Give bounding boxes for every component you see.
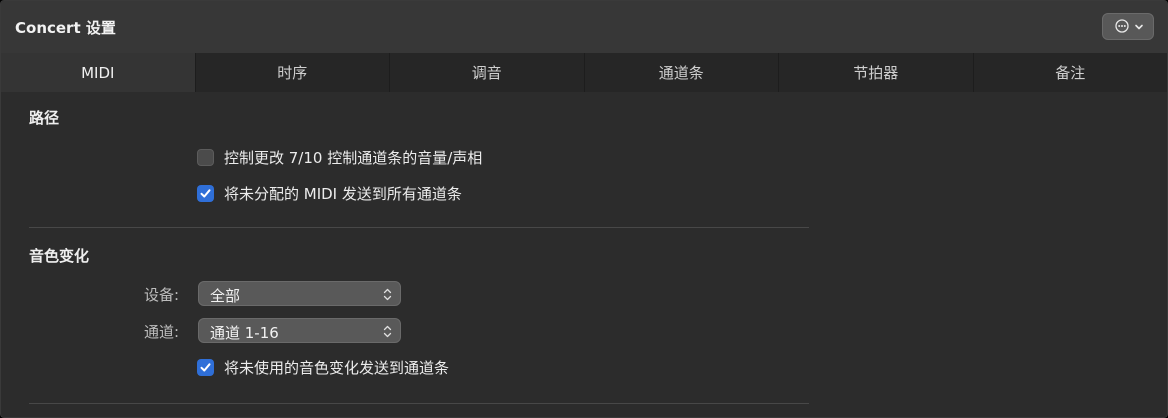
tab-bar: MIDI 时序 调音 通道条 节拍器 备注	[1, 53, 1167, 92]
send-unassigned-midi-option[interactable]: 将未分配的 MIDI 发送到所有通道条	[197, 183, 462, 203]
cc7-10-checkbox[interactable]	[197, 148, 214, 166]
up-down-chevron-icon	[383, 288, 392, 301]
device-select-value: 全部	[210, 287, 241, 305]
send-unassigned-midi-checkbox[interactable]	[197, 184, 214, 202]
tab-notes[interactable]: 备注	[972, 53, 1168, 92]
checkmark-icon	[200, 188, 211, 197]
action-menu-button[interactable]	[1102, 13, 1154, 40]
concert-settings-window: Concert 设置 MIDI 时序 调音 通道条 节拍器 备注 路径 控制更改…	[0, 0, 1168, 418]
send-unused-program-change-checkbox[interactable]	[197, 358, 214, 376]
send-unused-program-change-label: 将未使用的音色变化发送到通道条	[224, 358, 450, 377]
tab-metronome[interactable]: 节拍器	[778, 53, 973, 92]
channel-select-value: 通道 1-16	[210, 324, 279, 342]
ellipsis-circle-icon	[1115, 19, 1129, 33]
section-divider	[29, 227, 809, 228]
routing-section-title: 路径	[29, 109, 60, 127]
cc7-10-label: 控制更改 7/10 控制通道条的音量/声相	[224, 148, 483, 167]
channel-select[interactable]: 通道 1-16	[198, 318, 401, 343]
device-label: 设备:	[143, 286, 179, 304]
channel-label: 通道:	[143, 323, 179, 341]
checkmark-icon	[200, 362, 211, 371]
tab-tuning[interactable]: 调音	[389, 53, 584, 92]
section-divider	[29, 403, 809, 404]
tab-channel-strips[interactable]: 通道条	[583, 53, 779, 92]
midi-settings-panel: 路径 控制更改 7/10 控制通道条的音量/声相 将未分配的 MIDI 发送到所…	[1, 92, 1167, 417]
chevron-down-icon	[1135, 24, 1143, 30]
send-unassigned-midi-label: 将未分配的 MIDI 发送到所有通道条	[224, 184, 462, 203]
program-change-section-title: 音色变化	[29, 247, 90, 265]
send-unused-program-change-option[interactable]: 将未使用的音色变化发送到通道条	[197, 357, 449, 377]
window-title: Concert 设置	[15, 19, 116, 37]
tab-timing[interactable]: 时序	[194, 53, 390, 92]
device-select[interactable]: 全部	[198, 281, 401, 306]
tab-midi[interactable]: MIDI	[1, 53, 195, 92]
up-down-chevron-icon	[383, 325, 392, 338]
titlebar: Concert 设置	[1, 1, 1167, 53]
cc7-10-volume-pan-option[interactable]: 控制更改 7/10 控制通道条的音量/声相	[197, 147, 482, 167]
